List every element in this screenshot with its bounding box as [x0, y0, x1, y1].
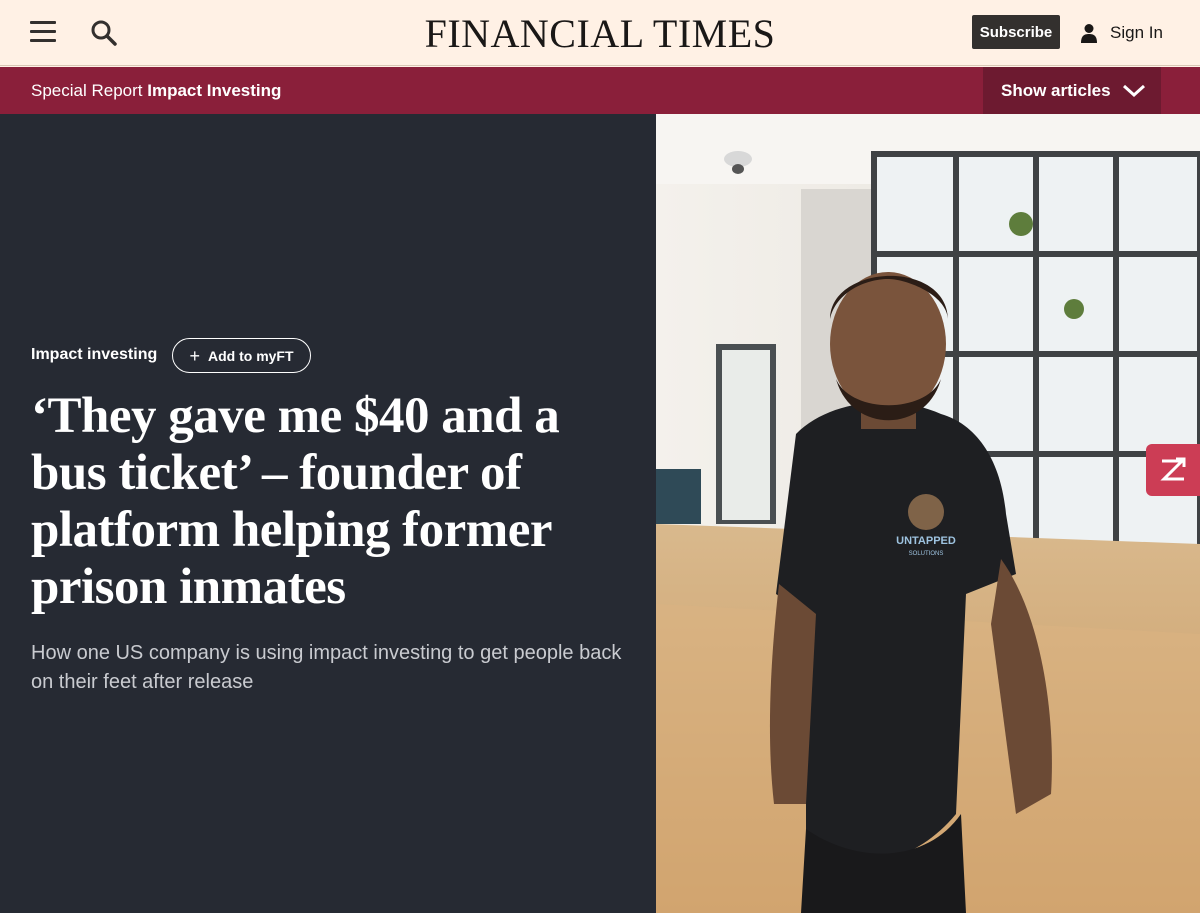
- chevron-down-icon: [1122, 84, 1146, 98]
- plus-icon: +: [189, 345, 200, 366]
- show-articles-label: Show articles: [1001, 80, 1111, 100]
- search-icon[interactable]: [90, 19, 118, 47]
- site-header: FINANCIAL TIMES Subscribe Sign In: [0, 0, 1200, 66]
- sign-in-link[interactable]: Sign In: [1080, 19, 1163, 47]
- zigzag-icon: [1160, 457, 1186, 481]
- article-header-panel: Impact investing + Add to myFT ‘They gav…: [0, 114, 656, 913]
- subscribe-button[interactable]: Subscribe: [972, 15, 1060, 49]
- photo-illustration: UNTAPPED SOLUTIONS: [656, 114, 1200, 913]
- special-report-label[interactable]: Special Report Impact Investing: [31, 81, 281, 101]
- article-standfirst: How one US company is using impact inves…: [31, 642, 622, 693]
- user-icon: [1081, 24, 1097, 43]
- topic-link[interactable]: Impact investing: [31, 346, 157, 364]
- sign-in-label: Sign In: [1110, 23, 1163, 42]
- shirt-logo-text: UNTAPPED: [896, 535, 956, 547]
- report-prefix: Special Report: [31, 81, 143, 100]
- hamburger-menu-icon[interactable]: [30, 21, 56, 43]
- add-to-myft-button[interactable]: + Add to myFT: [172, 338, 311, 373]
- floating-action-button[interactable]: [1146, 444, 1200, 496]
- article-main-image: UNTAPPED SOLUTIONS: [656, 114, 1200, 913]
- special-report-bar: Special Report Impact Investing Show art…: [0, 67, 1200, 114]
- shirt-logo-subtext: SOLUTIONS: [909, 551, 944, 557]
- report-title: Impact Investing: [147, 81, 282, 100]
- article-headline: ‘They gave me $40 and a bus ticket’ – fo…: [31, 388, 560, 615]
- show-articles-button[interactable]: Show articles: [983, 67, 1161, 114]
- add-to-myft-label: Add to myFT: [207, 347, 294, 364]
